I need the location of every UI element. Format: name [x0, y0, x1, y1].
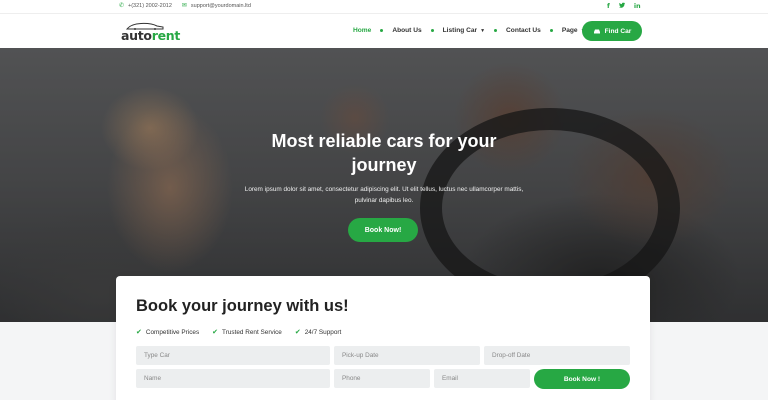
- feature-list: ✔ Competitive Prices ✔ Trusted Rent Servic…: [136, 328, 341, 336]
- booking-title: Book your journey with us!: [136, 297, 349, 315]
- nav-home[interactable]: Home: [353, 27, 371, 34]
- hero-title: Most reliable cars for your journey: [0, 129, 768, 177]
- nav-contact-us[interactable]: Contact Us: [506, 27, 541, 34]
- feature-label: Competitive Prices: [145, 328, 200, 336]
- nav-listing-label: Listing Car: [442, 27, 478, 34]
- book-now-button[interactable]: Book Now!: [348, 218, 418, 242]
- check-icon: ✔: [212, 328, 219, 336]
- email-field[interactable]: Email: [434, 369, 530, 388]
- nav-contact-label: Contact Us: [506, 27, 541, 34]
- site-logo[interactable]: autorent: [121, 22, 180, 43]
- hero-description: Lorem ipsum dolor sit amet, consectetur …: [244, 186, 524, 204]
- main-nav: Home About Us Listing Car ▼ Contact Us Pa…: [353, 27, 595, 34]
- facebook-icon[interactable]: f: [607, 2, 610, 10]
- social-links: f in: [607, 2, 641, 10]
- nav-about-us[interactable]: About Us: [392, 27, 421, 34]
- nav-separator-dot: [549, 29, 553, 32]
- nav-separator-dot: [380, 29, 384, 32]
- nav-separator-dot: [430, 29, 434, 32]
- nav-listing-car[interactable]: Listing Car ▼: [443, 27, 485, 34]
- feature-label: 24/7 Support: [304, 328, 342, 336]
- contact-info: ✆ +(321) 2002-2012 ✉ support@yourdomain.…: [119, 3, 251, 9]
- logo-text-rent: rent: [151, 28, 181, 43]
- logo-text-auto: auto: [121, 28, 152, 43]
- feature-item: ✔ Competitive Prices: [136, 328, 199, 336]
- feature-item: ✔ 24/7 Support: [295, 328, 341, 336]
- name-field[interactable]: Name: [136, 369, 330, 388]
- check-icon: ✔: [136, 328, 142, 336]
- site-header: autorent Home About Us Listing Car ▼ Cont…: [0, 14, 768, 48]
- email-address: support@yourdomain.ltd: [190, 3, 251, 9]
- phone-icon: ✆: [119, 3, 125, 9]
- chevron-down-icon: ▼: [480, 27, 486, 34]
- pickup-date-field[interactable]: Pick-up Date: [334, 346, 480, 365]
- logo-text: autorent: [121, 28, 180, 43]
- find-car-label: Find Car: [604, 27, 632, 35]
- phone-item[interactable]: ✆ +(321) 2002-2012: [119, 3, 172, 9]
- book-now-submit-button[interactable]: Book Now !: [534, 369, 630, 389]
- feature-label: Trusted Rent Service: [222, 328, 282, 336]
- car-icon: [593, 29, 600, 34]
- hero-title-line2: journey: [351, 155, 417, 175]
- dropoff-date-field[interactable]: Drop-off Date: [484, 346, 630, 365]
- twitter-icon[interactable]: [618, 2, 625, 10]
- top-bar: ✆ +(321) 2002-2012 ✉ support@yourdomain.…: [0, 0, 768, 14]
- find-car-button[interactable]: Find Car: [582, 21, 642, 41]
- email-icon: ✉: [181, 3, 187, 9]
- hero-title-line1: Most reliable cars for your: [271, 131, 497, 151]
- nav-separator-dot: [494, 29, 498, 32]
- linkedin-icon[interactable]: in: [634, 2, 641, 10]
- phone-number: +(321) 2002-2012: [128, 3, 172, 9]
- nav-about-label: About Us: [392, 27, 422, 34]
- phone-field[interactable]: Phone: [334, 369, 430, 388]
- check-icon: ✔: [294, 328, 301, 336]
- nav-home-label: Home: [353, 27, 372, 34]
- feature-item: ✔ Trusted Rent Service: [212, 328, 282, 336]
- email-item[interactable]: ✉ support@yourdomain.ltd: [182, 3, 251, 9]
- type-car-select[interactable]: Type Car: [136, 346, 330, 365]
- booking-card: Book your journey with us! ✔ Competitive …: [116, 276, 650, 400]
- nav-page-label: Page: [561, 27, 578, 34]
